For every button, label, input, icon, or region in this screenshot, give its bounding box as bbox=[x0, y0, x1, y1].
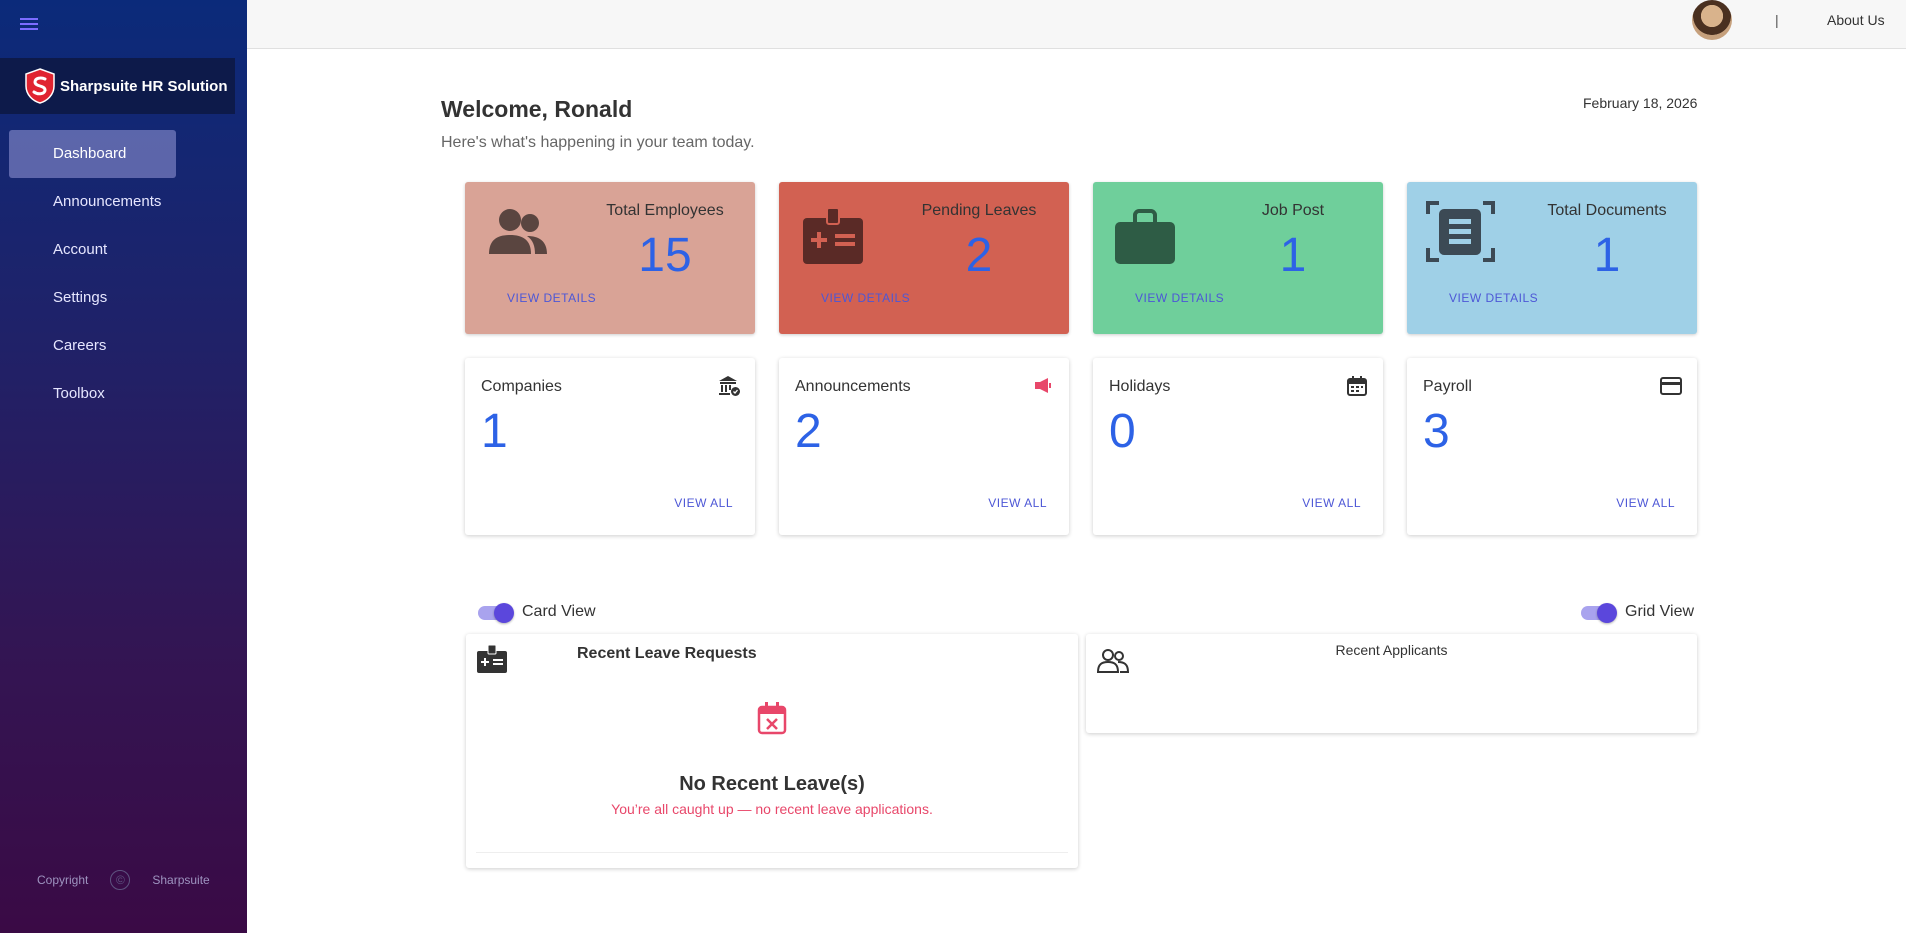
megaphone-icon bbox=[1035, 378, 1051, 393]
card-view-toggle[interactable]: Card View bbox=[476, 602, 596, 623]
stat-label: Total Employees bbox=[606, 202, 724, 219]
view-details-link[interactable]: VIEW DETAILS bbox=[821, 291, 910, 305]
sidebar-item-dashboard[interactable]: Dashboard bbox=[9, 130, 176, 178]
summary-card-announcements: Announcements 2 VIEW ALL bbox=[779, 358, 1069, 535]
card-view-label: Card View bbox=[522, 603, 596, 620]
toggle-switch[interactable] bbox=[476, 602, 514, 623]
summary-label: Holidays bbox=[1109, 378, 1171, 395]
copyright-owner: Sharpsuite bbox=[152, 873, 210, 887]
sidebar: Sharpsuite HR Solution Dashboard Announc… bbox=[0, 0, 247, 933]
avatar[interactable] bbox=[1692, 0, 1732, 40]
recent-leave-panel: Recent Leave Requests No Recent Leave(s)… bbox=[466, 634, 1078, 868]
page-subtitle: Here's what's happening in your team tod… bbox=[441, 134, 755, 151]
topbar-separator: | bbox=[1775, 12, 1779, 28]
stat-value: 1 bbox=[1279, 229, 1307, 282]
stat-value: 2 bbox=[965, 229, 993, 282]
stat-value: 1 bbox=[1593, 229, 1621, 282]
brand[interactable]: Sharpsuite HR Solution bbox=[0, 58, 235, 114]
summary-value: 2 bbox=[795, 405, 822, 458]
copyright-icon: © bbox=[110, 870, 131, 890]
summary-card-holidays: Holidays 0 VIEW ALL bbox=[1093, 358, 1383, 535]
page-title: Welcome, Ronald bbox=[441, 96, 633, 122]
view-all-link[interactable]: VIEW ALL bbox=[674, 496, 733, 510]
people-icon bbox=[489, 209, 547, 254]
medical-id-icon bbox=[477, 644, 507, 673]
credit-card-icon bbox=[1660, 377, 1682, 395]
summary-value: 0 bbox=[1109, 405, 1136, 458]
stat-value: 15 bbox=[638, 229, 692, 282]
calendar-icon bbox=[1347, 376, 1367, 396]
view-details-link[interactable]: VIEW DETAILS bbox=[1135, 291, 1224, 305]
sidebar-item-account[interactable]: Account bbox=[0, 226, 247, 274]
sidebar-item-announcements[interactable]: Announcements bbox=[0, 178, 247, 226]
stat-card-pending-leaves: Pending Leaves 2 VIEW DETAILS bbox=[779, 182, 1069, 334]
calendar-x-icon bbox=[757, 702, 787, 735]
empty-state-title: No Recent Leave(s) bbox=[679, 773, 865, 795]
copyright: Copyright © Sharpsuite bbox=[37, 870, 210, 890]
recent-leave-title: Recent Leave Requests bbox=[577, 645, 757, 662]
summary-label: Companies bbox=[481, 378, 562, 395]
document-scan-icon bbox=[1426, 201, 1495, 262]
stat-label: Pending Leaves bbox=[921, 202, 1037, 219]
about-us-link[interactable]: About Us bbox=[1827, 12, 1885, 28]
toggle-switch[interactable] bbox=[1579, 602, 1617, 623]
view-details-link[interactable]: VIEW DETAILS bbox=[507, 291, 596, 305]
topbar: | About Us bbox=[247, 0, 1906, 49]
grid-view-label: Grid View bbox=[1625, 603, 1695, 620]
view-details-link[interactable]: VIEW DETAILS bbox=[1449, 291, 1538, 305]
medical-id-icon bbox=[803, 207, 863, 264]
brand-name: Sharpsuite HR Solution bbox=[60, 77, 228, 95]
stat-card-total-employees: Total Employees 15 VIEW DETAILS bbox=[465, 182, 755, 334]
briefcase-icon bbox=[1115, 209, 1175, 264]
bank-check-icon bbox=[719, 376, 740, 396]
stat-label: Total Documents bbox=[1547, 202, 1667, 219]
sidebar-nav: Dashboard Announcements Account Settings… bbox=[0, 130, 247, 418]
stat-card-total-documents: Total Documents 1 VIEW DETAILS bbox=[1407, 182, 1697, 334]
logo-icon bbox=[25, 68, 55, 104]
stat-label: Job Post bbox=[1261, 202, 1325, 219]
view-all-link[interactable]: VIEW ALL bbox=[1302, 496, 1361, 510]
view-all-link[interactable]: VIEW ALL bbox=[1616, 496, 1675, 510]
recent-applicants-title: Recent Applicants bbox=[1335, 642, 1448, 658]
divider bbox=[476, 852, 1068, 853]
summary-label: Payroll bbox=[1423, 378, 1472, 395]
grid-view-toggle[interactable]: Grid View bbox=[1579, 602, 1695, 623]
sidebar-item-toolbox[interactable]: Toolbox bbox=[0, 370, 247, 418]
summary-label: Announcements bbox=[795, 378, 911, 395]
menu-icon[interactable] bbox=[20, 18, 38, 32]
sidebar-item-settings[interactable]: Settings bbox=[0, 274, 247, 322]
summary-card-companies: Companies 1 VIEW ALL bbox=[465, 358, 755, 535]
view-all-link[interactable]: VIEW ALL bbox=[988, 496, 1047, 510]
summary-value: 3 bbox=[1423, 405, 1450, 458]
empty-state-message: You’re all caught up — no recent leave a… bbox=[611, 801, 933, 817]
copyright-label: Copyright bbox=[37, 873, 89, 887]
current-date: February 18, 2026 bbox=[1583, 95, 1698, 111]
summary-value: 1 bbox=[481, 405, 508, 458]
recent-applicants-panel: Recent Applicants bbox=[1086, 634, 1697, 733]
sidebar-item-careers[interactable]: Careers bbox=[0, 322, 247, 370]
stat-card-job-post: Job Post 1 VIEW DETAILS bbox=[1093, 182, 1383, 334]
summary-card-payroll: Payroll 3 VIEW ALL bbox=[1407, 358, 1697, 535]
